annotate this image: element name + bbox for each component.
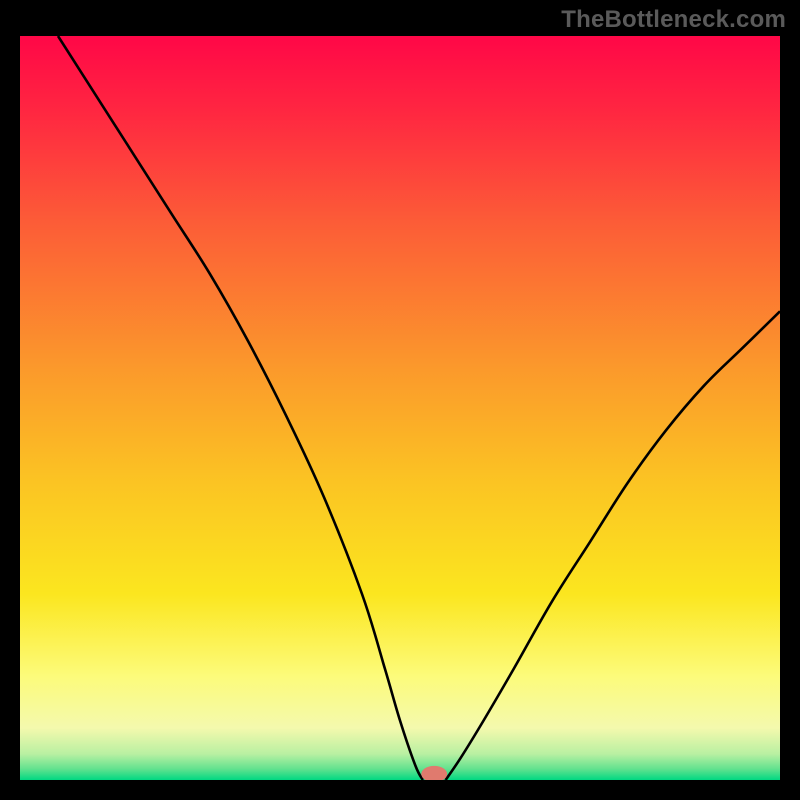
- plot-svg: [20, 36, 780, 780]
- chart-container: TheBottleneck.com: [0, 0, 800, 800]
- gradient-background: [20, 36, 780, 780]
- watermark-text: TheBottleneck.com: [561, 6, 786, 34]
- plot-area: [20, 36, 780, 780]
